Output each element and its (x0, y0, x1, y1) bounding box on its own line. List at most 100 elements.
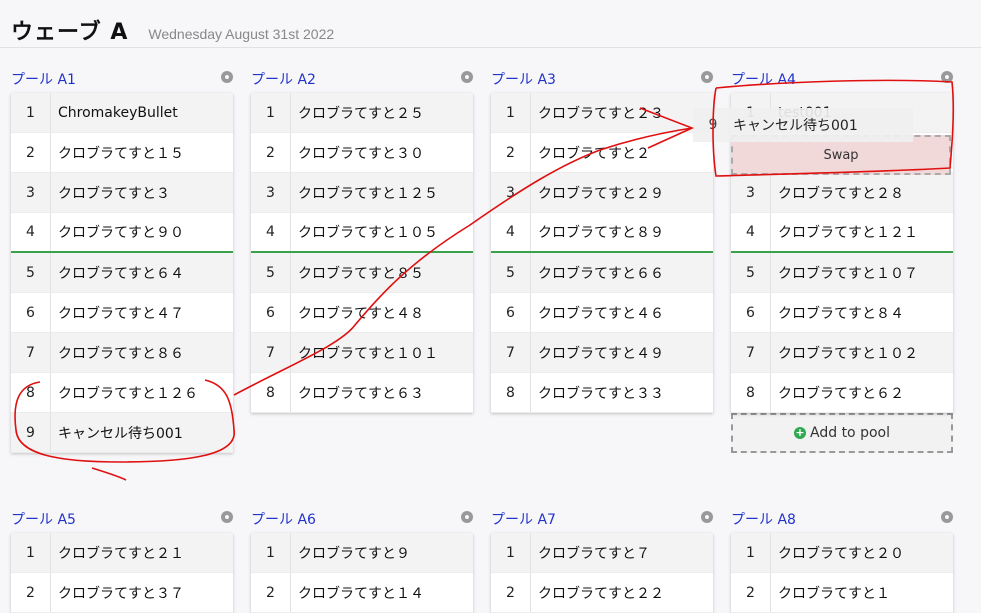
player-row[interactable]: 4 クロブラてすと１２１ (731, 213, 953, 253)
pool-card: プール A2 1 クロブラてすと２５ 2 クロブラてすと３０ 3 クロブラてすと１２５ 4 クロ… (251, 69, 473, 413)
player-name: クロブラてすと１４ (298, 585, 424, 602)
gear-icon[interactable] (461, 71, 473, 83)
pool-card: プール A4 1test00123クロブラてすと２８4クロブラてすと１２１5クロブ… (693, 69, 953, 453)
gear-icon[interactable] (461, 511, 473, 523)
gear-icon[interactable] (701, 71, 713, 83)
player-name: クロブラてすと２０ (778, 545, 904, 562)
player-row[interactable]: 4 クロブラてすと１０５ (251, 213, 473, 253)
player-row[interactable]: 1 クロブラてすと２５ (251, 93, 473, 133)
player-seed: 5 (251, 253, 291, 292)
player-name: クロブラてすと３ (58, 185, 170, 202)
pool-header: プール A4 (731, 69, 953, 89)
player-row[interactable]: 3 クロブラてすと３ (11, 173, 233, 213)
pool-title-link[interactable]: プール A6 (251, 509, 316, 529)
player-name: クロブラてすと３０ (298, 145, 424, 162)
player-row[interactable]: 2 クロブラてすと３７ (11, 573, 233, 613)
player-seed: 5 (491, 253, 531, 292)
player-seed: 1 (731, 533, 771, 572)
player-seed: 1 (11, 93, 51, 132)
player-seed: 4 (491, 213, 531, 251)
dragged-player-ghost[interactable]: 9 キャンセル待ち001 (693, 108, 913, 142)
player-row[interactable]: 8 クロブラてすと１２６ (11, 373, 233, 413)
player-seed: 3 (731, 173, 771, 212)
player-seed: 2 (491, 133, 531, 172)
player-name: クロブラてすと３３ (538, 385, 664, 402)
player-list: 1 クロブラてすと２３ 2 クロブラてすと２ 3 クロブラてすと２９ 4 クロブラてすと８９ 5… (491, 93, 713, 413)
ghost-seed: 9 (708, 117, 718, 133)
player-list: 1test00123クロブラてすと２８4クロブラてすと１２１5クロブラてすと１０… (693, 93, 953, 413)
pool-title-link[interactable]: プール A4 (731, 69, 796, 89)
pool-title-link[interactable]: プール A5 (11, 509, 76, 529)
player-row[interactable]: 1 クロブラてすと２１ (11, 533, 233, 573)
player-row[interactable]: 1 クロブラてすと７ (491, 533, 713, 573)
pool-title-link[interactable]: プール A2 (251, 69, 316, 89)
player-row[interactable]: 1 ChromakeyBullet (11, 93, 233, 133)
player-seed: 6 (491, 293, 531, 332)
pool-title-link[interactable]: プール A8 (731, 509, 796, 529)
player-name: クロブラてすと８４ (778, 305, 904, 322)
player-row[interactable]: 3 クロブラてすと２９ (491, 173, 713, 213)
pool-header: プール A7 (491, 509, 713, 529)
player-row[interactable]: 6 クロブラてすと８４ (731, 293, 953, 333)
gear-icon[interactable] (221, 511, 233, 523)
pool-header: プール A6 (251, 509, 473, 529)
player-name: クロブラてすと６２ (778, 385, 904, 402)
player-name: クロブラてすと８６ (58, 345, 184, 362)
player-seed: 1 (251, 93, 291, 132)
player-name: クロブラてすと４８ (298, 305, 424, 322)
player-row[interactable]: 8 クロブラてすと６３ (251, 373, 473, 413)
player-seed: 1 (11, 533, 51, 572)
player-seed: 5 (11, 253, 51, 292)
player-name: クロブラてすと４６ (538, 305, 664, 322)
player-row[interactable]: 2 クロブラてすと２２ (491, 573, 713, 613)
player-row[interactable]: 5 クロブラてすと６６ (491, 253, 713, 293)
player-row[interactable]: 5 クロブラてすと６４ (11, 253, 233, 293)
player-row[interactable]: 7 クロブラてすと８６ (11, 333, 233, 373)
player-row[interactable]: 1 クロブラてすと２０ (731, 533, 953, 573)
player-row[interactable]: 9 キャンセル待ち001 (11, 413, 233, 453)
player-list: 1 クロブラてすと９ 2 クロブラてすと１４ (251, 533, 473, 613)
player-name: ChromakeyBullet (58, 104, 178, 121)
gear-icon[interactable] (221, 71, 233, 83)
player-row[interactable]: 7 クロブラてすと１０１ (251, 333, 473, 373)
wave-date: Wednesday August 31st 2022 (148, 26, 335, 42)
player-name: クロブラてすと１２１ (778, 225, 918, 241)
player-row[interactable]: 8 クロブラてすと３３ (491, 373, 713, 413)
player-row[interactable]: 2 クロブラてすと１ (731, 573, 953, 613)
player-name: クロブラてすと９ (298, 545, 410, 562)
player-row[interactable]: 3 クロブラてすと２８ (731, 173, 953, 213)
player-row[interactable]: 4 クロブラてすと９０ (11, 213, 233, 253)
player-name: クロブラてすと１ (778, 585, 890, 602)
player-seed: 8 (491, 373, 531, 412)
player-row[interactable]: 2 クロブラてすと１４ (251, 573, 473, 613)
player-row[interactable]: 6 クロブラてすと４８ (251, 293, 473, 333)
player-row[interactable]: 3 クロブラてすと１２５ (251, 173, 473, 213)
gear-icon[interactable] (701, 511, 713, 523)
player-row[interactable]: 1 クロブラてすと２３ (491, 93, 713, 133)
player-row[interactable]: 2 クロブラてすと２ (491, 133, 713, 173)
pool-card: プール A1 1 ChromakeyBullet 2 クロブラてすと１５ 3 クロブラてすと… (11, 69, 233, 453)
gear-icon[interactable] (941, 71, 953, 83)
pool-card: プール A3 1 クロブラてすと２３ 2 クロブラてすと２ 3 クロブラてすと２９ 4 クロブラ… (491, 69, 713, 413)
add-to-pool-button[interactable]: + Add to pool (731, 413, 953, 453)
player-row[interactable]: 7 クロブラてすと４９ (491, 333, 713, 373)
player-seed: 2 (251, 133, 291, 172)
player-row[interactable]: 2 クロブラてすと１５ (11, 133, 233, 173)
player-seed: 9 (11, 413, 51, 452)
player-row[interactable]: 5 クロブラてすと８５ (251, 253, 473, 293)
plus-circle-icon: + (794, 426, 807, 439)
player-row[interactable]: 7 クロブラてすと１０２ (731, 333, 953, 373)
player-name: クロブラてすと１０２ (778, 345, 918, 362)
player-name: クロブラてすと４７ (58, 305, 184, 322)
player-row[interactable]: 6 クロブラてすと４６ (491, 293, 713, 333)
player-row[interactable]: 2 クロブラてすと３０ (251, 133, 473, 173)
pool-title-link[interactable]: プール A3 (491, 69, 556, 89)
player-row[interactable]: 5 クロブラてすと１０７ (731, 253, 953, 293)
player-row[interactable]: 8 クロブラてすと６２ (731, 373, 953, 413)
gear-icon[interactable] (941, 511, 953, 523)
player-row[interactable]: 4 クロブラてすと８９ (491, 213, 713, 253)
player-row[interactable]: 6 クロブラてすと４７ (11, 293, 233, 333)
pool-title-link[interactable]: プール A7 (491, 509, 556, 529)
player-row[interactable]: 1 クロブラてすと９ (251, 533, 473, 573)
pool-title-link[interactable]: プール A1 (11, 69, 76, 89)
